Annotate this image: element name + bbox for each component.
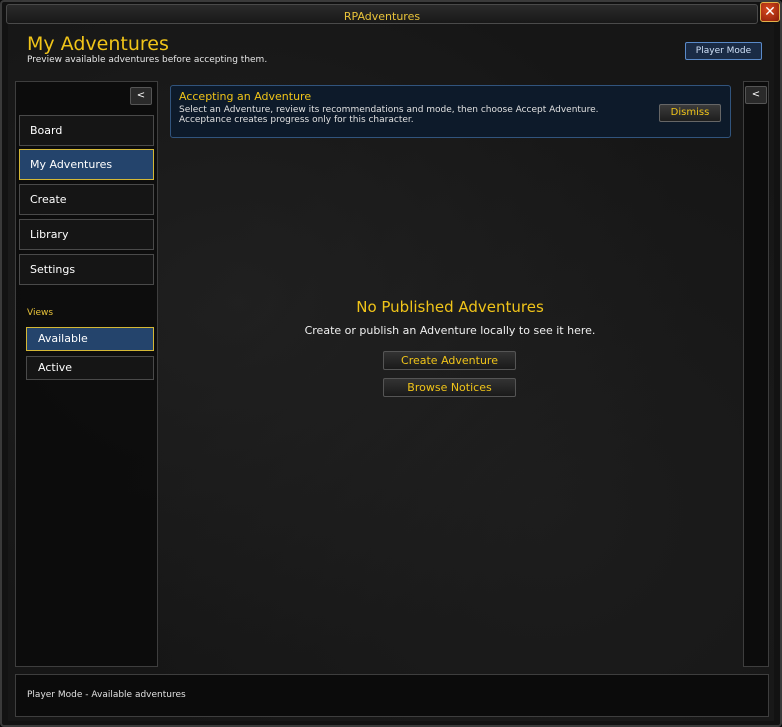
empty-state-text: Create or publish an Adventure locally t… [304,324,596,337]
right-panel [743,81,769,667]
player-mode-button[interactable]: Player Mode [685,42,762,60]
right-panel-collapse-chevron-left-icon[interactable]: < [745,86,767,104]
page-subtitle: Preview available adventures before acce… [27,55,268,65]
browse-notices-button[interactable]: Browse Notices [383,378,516,397]
title-bar[interactable]: RPAdventures [6,4,758,24]
sidebar-collapse-chevron-left-icon[interactable]: < [130,87,152,105]
create-adventure-button[interactable]: Create Adventure [383,351,516,370]
status-text: Player Mode - Available adventures [27,690,186,700]
sidebar-item-settings[interactable]: Settings [19,254,154,285]
close-icon[interactable]: ✕ [760,2,780,22]
sidebar-item-my-adventures[interactable]: My Adventures [19,149,154,180]
window-title: RPAdventures [343,10,421,23]
sidebar-item-create[interactable]: Create [19,184,154,215]
empty-state-title: No Published Adventures [356,298,544,316]
info-banner: Accepting an Adventure Select an Adventu… [170,85,731,138]
status-bar: Player Mode - Available adventures [15,674,769,717]
banner-text: Select an Adventure, review its recommen… [179,105,599,125]
sidebar-item-board[interactable]: Board [19,115,154,146]
sidebar-item-library[interactable]: Library [19,219,154,250]
banner-title: Accepting an Adventure [179,90,312,103]
view-item-active[interactable]: Active [26,356,154,380]
view-item-available[interactable]: Available [26,327,154,351]
page-title: My Adventures [27,33,169,55]
views-section-label: Views [27,308,54,318]
dismiss-button[interactable]: Dismiss [659,104,721,122]
